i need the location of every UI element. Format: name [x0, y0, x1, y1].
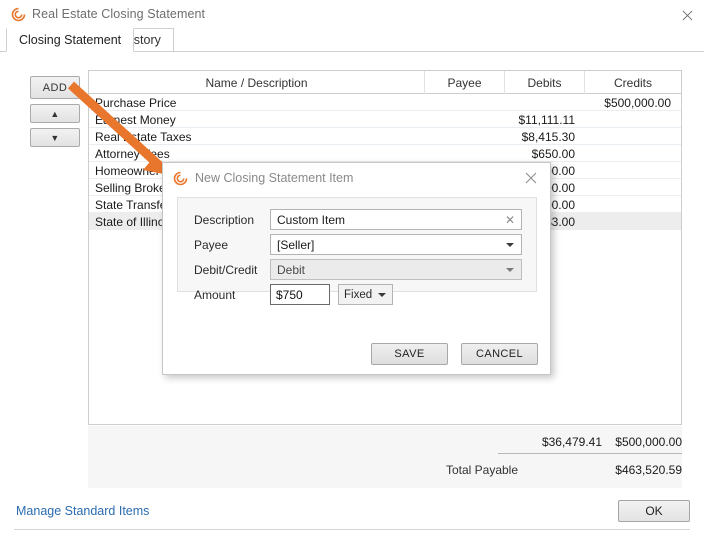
cell-debits: $11,111.11: [518, 112, 576, 127]
tab-strip: Closing Statement History: [0, 28, 704, 52]
total-payable-row: Total Payable $463,520.59: [418, 461, 682, 479]
totals-divider: [498, 453, 682, 454]
clear-x-icon[interactable]: ✕: [505, 213, 515, 227]
description-label: Description: [194, 212, 255, 227]
application-window: Real Estate Closing Statement Closing St…: [0, 0, 704, 536]
window-title: Real Estate Closing Statement: [32, 7, 206, 21]
cell-name: Real Estate Taxes: [95, 129, 192, 144]
description-field-row: Description Custom Item ✕: [194, 209, 522, 230]
cancel-button[interactable]: CANCEL: [461, 343, 538, 365]
debit-credit-field-row: Debit/Credit Debit: [194, 259, 522, 280]
column-header-name[interactable]: Name / Description: [89, 71, 425, 94]
cancel-button-label: CANCEL: [475, 348, 524, 360]
amount-mode-value: Fixed: [344, 288, 373, 301]
tab-label: Closing Statement: [19, 33, 122, 47]
cell-credits: [585, 179, 681, 196]
title-bar: Real Estate Closing Statement: [0, 0, 704, 28]
cell-debits: [505, 94, 585, 111]
spiral-logo-icon: [11, 7, 26, 22]
payee-label: Payee: [194, 237, 229, 252]
dialog-title: New Closing Statement Item: [195, 171, 354, 185]
cell-credits: [585, 196, 681, 213]
column-header-payee[interactable]: Payee: [425, 71, 505, 94]
totals-debits-value: $36,479.41: [541, 435, 602, 449]
cell-credits: [585, 111, 681, 128]
payee-value: [Seller]: [277, 237, 315, 252]
add-button-label: ADD: [42, 81, 68, 94]
save-button[interactable]: SAVE: [371, 343, 448, 365]
spiral-logo-icon: [173, 171, 188, 186]
payee-select[interactable]: [Seller]: [270, 234, 522, 255]
debit-credit-select[interactable]: Debit: [270, 259, 522, 280]
amount-input[interactable]: $750: [270, 284, 330, 305]
close-icon[interactable]: [678, 6, 696, 24]
save-button-label: SAVE: [394, 348, 425, 360]
move-up-button[interactable]: ▲: [30, 104, 80, 123]
manage-standard-items-link[interactable]: Manage Standard Items: [16, 504, 149, 518]
tab-closing-statement[interactable]: Closing Statement: [6, 28, 135, 52]
totals-credits-value: $500,000.00: [615, 435, 682, 449]
description-input[interactable]: Custom Item ✕: [270, 209, 522, 230]
move-down-button[interactable]: ▼: [30, 128, 80, 147]
chevron-down-icon: [506, 243, 514, 247]
amount-mode-select[interactable]: Fixed: [338, 284, 393, 305]
dialog-field-panel: Description Custom Item ✕ Payee [Seller]…: [177, 197, 537, 305]
cell-payee: [425, 145, 505, 162]
cell-payee: [425, 94, 505, 111]
cell-name: Earnest Money: [95, 112, 176, 127]
table-row[interactable]: Earnest Money $11,111.11: [89, 111, 681, 128]
payee-field-row: Payee [Seller]: [194, 234, 522, 255]
cell-credits: [585, 128, 681, 145]
cell-payee: [425, 111, 505, 128]
cell-credits: $500,000.00: [604, 95, 671, 110]
column-header-credits[interactable]: Credits: [585, 71, 681, 94]
footer-divider: [14, 529, 690, 530]
table-row[interactable]: Attorney Fees $650.00: [89, 145, 681, 162]
amount-label: Amount: [194, 287, 236, 302]
total-payable-value: $463,520.59: [615, 463, 682, 477]
cell-debits: $8,415.30: [521, 129, 575, 144]
ok-button-label: OK: [645, 504, 663, 518]
cell-credits: [585, 213, 681, 230]
total-payable-label: Total Payable: [445, 463, 518, 477]
ok-button[interactable]: OK: [618, 500, 690, 522]
description-value: Custom Item: [277, 212, 346, 227]
cell-credits: [585, 162, 681, 179]
dialog-header: New Closing Statement Item: [163, 163, 550, 193]
table-row[interactable]: Real Estate Taxes $8,415.30: [89, 128, 681, 145]
cell-credits: [585, 145, 681, 162]
amount-value: $750: [276, 287, 303, 302]
totals-subtotal-row: $36,479.41 $500,000.00: [418, 433, 682, 451]
close-icon[interactable]: [522, 169, 540, 187]
cell-name: Purchase Price: [95, 95, 177, 110]
cell-name: Attorney Fees: [95, 146, 170, 161]
chevron-down-icon: [506, 268, 514, 272]
totals-panel: $36,479.41 $500,000.00 Total Payable $46…: [88, 426, 682, 488]
table-row[interactable]: Purchase Price $500,000.00: [89, 94, 681, 111]
add-button[interactable]: ADD: [30, 76, 80, 99]
triangle-down-icon: ▼: [50, 132, 60, 143]
triangle-up-icon: ▲: [50, 108, 60, 119]
amount-field-row: Amount $750 Fixed: [194, 284, 393, 305]
column-header-debits[interactable]: Debits: [505, 71, 585, 94]
grid-header-row: Name / Description Payee Debits Credits: [89, 71, 681, 94]
chevron-down-icon: [378, 293, 386, 297]
cell-debits: $650.00: [531, 146, 575, 161]
debit-credit-value: Debit: [277, 262, 306, 277]
debit-credit-label: Debit/Credit: [194, 262, 258, 277]
new-closing-statement-item-dialog: New Closing Statement Item Description C…: [162, 162, 551, 375]
cell-payee: [425, 128, 505, 145]
